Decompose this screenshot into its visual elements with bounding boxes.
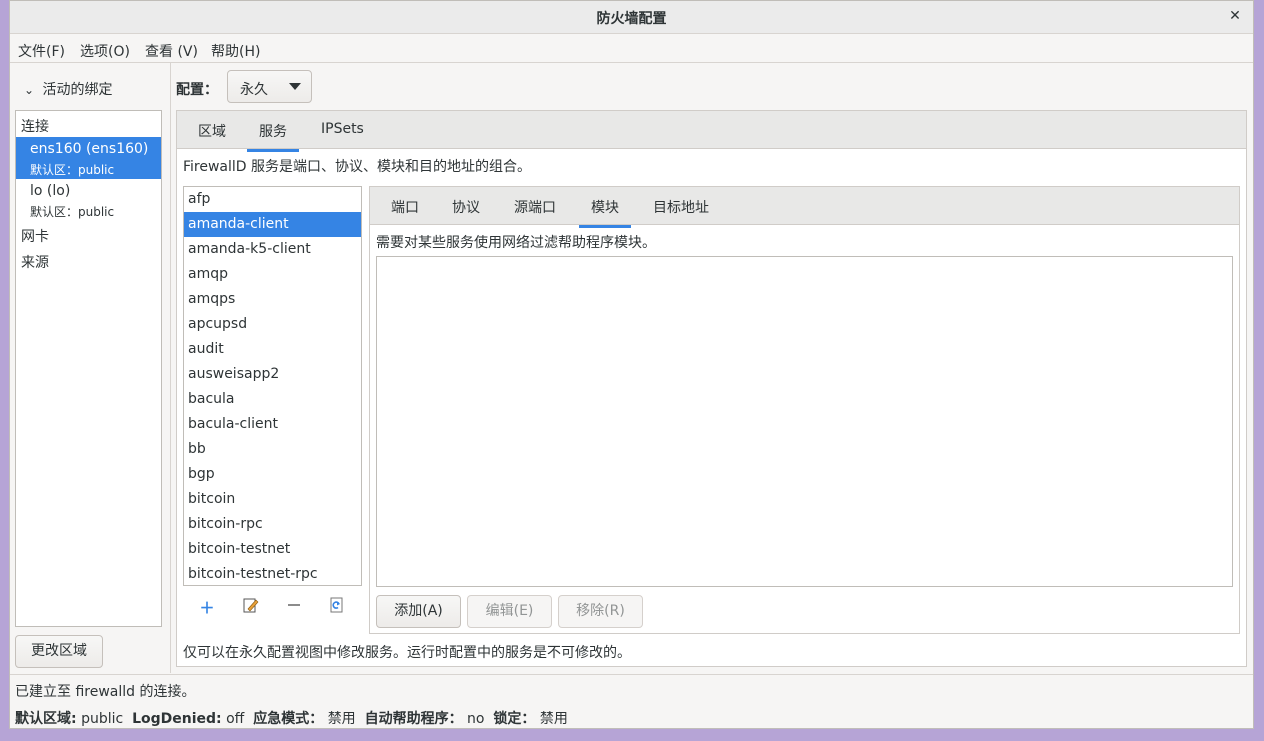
window-title: 防火墙配置 bbox=[596, 11, 667, 27]
config-label: 配置： bbox=[176, 82, 218, 98]
service-detail-notebook: 端口 协议 源端口 模块 目标地址 需要对某些服务使用网络过滤帮助程序模块。 添… bbox=[369, 186, 1240, 634]
modules-description: 需要对某些服务使用网络过滤帮助程序模块。 bbox=[376, 235, 656, 251]
list-item[interactable]: amanda-client bbox=[184, 212, 361, 237]
log-denied-value: off bbox=[226, 711, 245, 727]
connection-item-ens160[interactable]: ens160 (ens160) 默认区：public bbox=[16, 137, 161, 179]
connection-name: ens160 (ens160) bbox=[30, 141, 149, 157]
main-tabs: 区域 服务 IPSets bbox=[177, 111, 1246, 152]
chevron-down-icon: ⌄ bbox=[24, 83, 35, 97]
tab-modules[interactable]: 模块 bbox=[579, 197, 631, 228]
service-toolbar: ＋ bbox=[183, 587, 362, 627]
menu-options[interactable]: 选项(O) bbox=[80, 41, 130, 61]
list-item[interactable]: audit bbox=[184, 337, 361, 362]
service-detail-tabs: 端口 协议 源端口 模块 目标地址 bbox=[370, 187, 1239, 228]
add-button[interactable]: 添加(A) bbox=[376, 595, 461, 628]
tab-source-ports[interactable]: 源端口 bbox=[514, 197, 556, 217]
menu-view[interactable]: 查看 (V) bbox=[145, 41, 198, 61]
connection-zone: 默认区：public bbox=[30, 205, 115, 219]
lockdown-value: 禁用 bbox=[539, 711, 568, 727]
interfaces-header[interactable]: 网卡 bbox=[21, 226, 49, 246]
tab-ports[interactable]: 端口 bbox=[391, 197, 419, 217]
edit-button[interactable]: 编辑(E) bbox=[467, 595, 552, 628]
services-footer-note: 仅可以在永久配置视图中修改服务。运行时配置中的服务是不可修改的。 bbox=[183, 645, 631, 661]
connection-name: lo (lo) bbox=[30, 183, 71, 199]
close-icon[interactable]: ✕ bbox=[1225, 6, 1245, 26]
add-icon[interactable]: ＋ bbox=[197, 597, 217, 617]
menu-file[interactable]: 文件(F) bbox=[18, 41, 65, 61]
remove-icon[interactable] bbox=[284, 597, 304, 617]
list-item[interactable]: bitcoin bbox=[184, 487, 361, 512]
services-description: FirewallD 服务是端口、协议、模块和目的地址的组合。 bbox=[183, 159, 532, 175]
main-notebook: 区域 服务 IPSets FirewallD 服务是端口、协议、模块和目的地址的… bbox=[176, 110, 1247, 667]
main-panel: 配置： 永久 区域 服务 IPSets FirewallD 服务是端口、协议、模… bbox=[176, 63, 1247, 673]
edit-icon[interactable] bbox=[241, 597, 261, 617]
list-item[interactable]: amqps bbox=[184, 287, 361, 312]
modules-list[interactable] bbox=[376, 256, 1233, 587]
list-item[interactable]: afp bbox=[184, 187, 361, 212]
panic-mode-label: 应急模式： bbox=[253, 711, 324, 727]
list-item[interactable]: bitcoin-testnet-rpc bbox=[184, 562, 361, 585]
connection-item-lo[interactable]: lo (lo) 默认区：public bbox=[16, 179, 161, 221]
tab-ipsets[interactable]: IPSets bbox=[321, 121, 364, 137]
auto-helpers-label: 自动帮助程序： bbox=[364, 711, 463, 727]
title-bar: 防火墙配置 ✕ bbox=[10, 1, 1253, 34]
connections-header[interactable]: 连接 bbox=[21, 116, 49, 136]
panic-mode-value: 禁用 bbox=[327, 711, 356, 727]
remove-button[interactable]: 移除(R) bbox=[558, 595, 643, 628]
reload-icon[interactable] bbox=[327, 597, 347, 617]
status-bar: 已建立至 firewalld 的连接。 默认区域: public LogDeni… bbox=[10, 674, 1253, 730]
list-item[interactable]: amanda-k5-client bbox=[184, 237, 361, 262]
list-item[interactable]: amqp bbox=[184, 262, 361, 287]
list-item[interactable]: bb bbox=[184, 437, 361, 462]
default-zone-value: public bbox=[81, 711, 124, 727]
sources-header[interactable]: 来源 bbox=[21, 252, 49, 272]
status-details: 默认区域: public LogDenied: off 应急模式： 禁用 自动帮… bbox=[15, 708, 568, 728]
log-denied-label: LogDenied: bbox=[132, 711, 222, 727]
list-item[interactable]: bacula bbox=[184, 387, 361, 412]
firewall-config-window: 防火墙配置 ✕ 文件(F) 选项(O) 查看 (V) 帮助(H) ⌄ 活动的绑定… bbox=[9, 0, 1254, 729]
menu-bar: 文件(F) 选项(O) 查看 (V) 帮助(H) bbox=[10, 34, 1253, 63]
list-item[interactable]: ausweisapp2 bbox=[184, 362, 361, 387]
active-bindings-toggle[interactable]: ⌄ 活动的绑定 bbox=[24, 79, 112, 99]
tab-services[interactable]: 服务 bbox=[247, 121, 299, 152]
tab-destinations[interactable]: 目标地址 bbox=[653, 197, 709, 217]
service-list: afp amanda-client amanda-k5-client amqp … bbox=[183, 186, 362, 586]
dropdown-arrow-icon bbox=[289, 83, 301, 90]
list-item[interactable]: bitcoin-testnet bbox=[184, 537, 361, 562]
change-zone-button[interactable]: 更改区域 bbox=[15, 635, 103, 668]
connection-status: 已建立至 firewalld 的连接。 bbox=[15, 684, 196, 700]
auto-helpers-value: no bbox=[467, 711, 485, 727]
config-value: 永久 bbox=[240, 82, 268, 98]
list-item[interactable]: bitcoin-rpc bbox=[184, 512, 361, 537]
active-bindings-label: 活动的绑定 bbox=[42, 82, 113, 98]
list-item[interactable]: bacula-client bbox=[184, 412, 361, 437]
config-select[interactable]: 永久 bbox=[227, 70, 312, 103]
bindings-list: 连接 ens160 (ens160) 默认区：public lo (lo) 默认… bbox=[15, 110, 162, 627]
default-zone-label: 默认区域: bbox=[15, 711, 77, 727]
list-item[interactable]: bgp bbox=[184, 462, 361, 487]
active-bindings-panel: ⌄ 活动的绑定 连接 ens160 (ens160) 默认区：public lo… bbox=[10, 63, 171, 673]
list-item[interactable]: apcupsd bbox=[184, 312, 361, 337]
tab-zones[interactable]: 区域 bbox=[198, 121, 226, 141]
connection-zone: 默认区：public bbox=[30, 163, 115, 177]
tab-protocols[interactable]: 协议 bbox=[452, 197, 480, 217]
menu-help[interactable]: 帮助(H) bbox=[211, 41, 260, 61]
lockdown-label: 锁定： bbox=[493, 711, 536, 727]
